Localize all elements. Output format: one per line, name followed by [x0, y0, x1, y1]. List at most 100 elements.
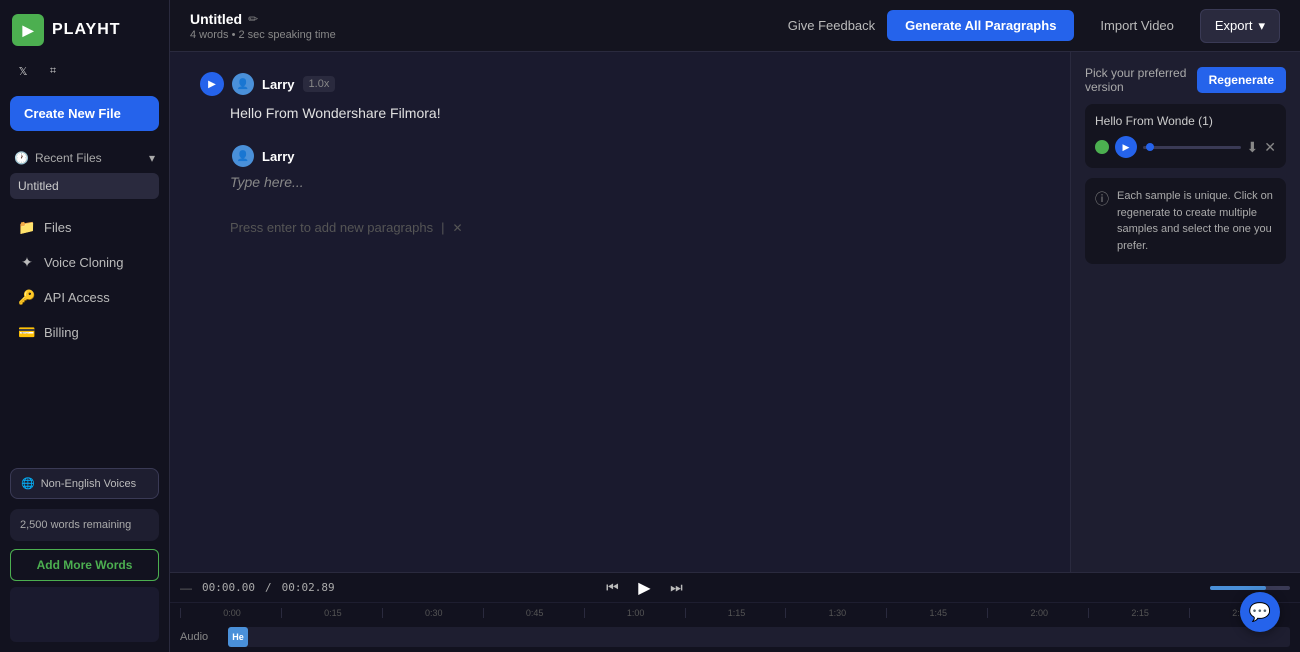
version-progress-fill — [1146, 143, 1154, 151]
version-sample-title: Hello From Wonde (1) — [1095, 114, 1276, 128]
non-english-voices-banner[interactable]: 🌐 Non-English Voices — [10, 468, 159, 499]
version-radio-selected[interactable] — [1095, 140, 1109, 154]
timeline-play-button[interactable]: ▶ — [630, 574, 658, 602]
logo-area: ▶ PLAYHT — [0, 0, 169, 60]
file-title-area: Untitled ✏ 4 words • 2 sec speaking time — [190, 11, 336, 41]
speaker-name-2[interactable]: Larry — [262, 149, 295, 164]
recent-files-header[interactable]: 🕐 Recent Files ▾ — [10, 145, 159, 171]
api-access-icon: 🔑 — [18, 289, 36, 306]
ruler-mark-6: 1:30 — [785, 608, 886, 618]
voice-cloning-label: Voice Cloning — [44, 255, 124, 270]
main-content: Untitled ✏ 4 words • 2 sec speaking time… — [170, 0, 1300, 652]
version-close-button[interactable]: ✕ — [1264, 139, 1276, 156]
add-more-words-button[interactable]: Add More Words — [10, 549, 159, 581]
globe-icon: 🌐 — [21, 477, 35, 490]
timeline-time-divider: / — [265, 581, 272, 594]
voice-cloning-icon: ✦ — [18, 254, 36, 271]
version-panel-header: Pick your preferred version Regenerate — [1085, 66, 1286, 94]
speaker-avatar-2: 👤 — [232, 145, 254, 167]
billing-icon: 💳 — [18, 324, 36, 341]
timeline-prev-button[interactable]: ⏮ — [600, 576, 624, 600]
social-icons: 𝕏 ⌗ — [0, 60, 169, 92]
export-chevron-icon: ▾ — [1258, 18, 1265, 34]
hint-divider: | — [441, 220, 444, 235]
chevron-down-icon: ▾ — [149, 151, 155, 165]
paragraph-play-button-1[interactable]: ▶ — [200, 72, 224, 96]
regenerate-button[interactable]: Regenerate — [1197, 67, 1286, 93]
ruler-mark-8: 2:00 — [987, 608, 1088, 618]
ruler-mark-2: 0:30 — [382, 608, 483, 618]
add-paragraph-hint: Press enter to add new paragraphs | ✕ — [200, 210, 1040, 245]
sidebar-footer: 🌐 Non-English Voices 2,500 words remaini… — [0, 458, 169, 652]
recent-file-item[interactable]: Untitled — [10, 173, 159, 199]
sidebar-nav: 📁 Files ✦ Voice Cloning 🔑 API Access 💳 B… — [0, 205, 169, 355]
volume-bar — [1210, 586, 1290, 590]
discord-icon[interactable]: ⌗ — [42, 60, 64, 82]
clock-icon: 🕐 — [14, 151, 29, 165]
sidebar-item-voice-cloning[interactable]: ✦ Voice Cloning — [10, 246, 159, 279]
ruler-mark-4: 1:00 — [584, 608, 685, 618]
timeline-controls: — 00:00.00 / 00:02.89 ⏮ ▶ ⏭ — [170, 573, 1300, 603]
import-video-button[interactable]: Import Video — [1086, 10, 1187, 41]
export-label: Export — [1215, 18, 1253, 33]
generate-all-paragraphs-button[interactable]: Generate All Paragraphs — [887, 10, 1074, 41]
paragraph-text-1[interactable]: Hello From Wondershare Filmora! — [200, 102, 1040, 124]
version-sample: Hello From Wonde (1) ▶ ⬇ ✕ — [1085, 104, 1286, 168]
timeline-track-area: Audio He — [170, 623, 1300, 652]
recent-files-section: 🕐 Recent Files ▾ Untitled — [0, 141, 169, 205]
give-feedback-link[interactable]: Give Feedback — [788, 18, 875, 33]
version-download-button[interactable]: ⬇ — [1247, 139, 1259, 156]
timeline-next-button[interactable]: ⏭ — [664, 576, 688, 600]
speed-badge-1[interactable]: 1.0x — [303, 76, 336, 92]
billing-label: Billing — [44, 325, 79, 340]
editor-area: ▶ 👤 Larry 1.0x Hello From Wondershare Fi… — [170, 52, 1300, 572]
chat-support-button[interactable]: 💬 — [1240, 592, 1280, 632]
edit-title-icon[interactable]: ✏ — [248, 12, 258, 26]
version-play-button[interactable]: ▶ — [1115, 136, 1137, 158]
audio-block[interactable]: He — [228, 627, 248, 647]
api-access-label: API Access — [44, 290, 110, 305]
sidebar-bottom-decoration — [10, 587, 159, 642]
ruler-mark-9: 2:15 — [1088, 608, 1189, 618]
paragraph-block-1: ▶ 👤 Larry 1.0x Hello From Wondershare Fi… — [200, 72, 1040, 124]
sidebar: ▶ PLAYHT 𝕏 ⌗ Create New File 🕐 Recent Fi… — [0, 0, 170, 652]
ruler-mark-7: 1:45 — [886, 608, 987, 618]
file-meta: 4 words • 2 sec speaking time — [190, 29, 336, 41]
sidebar-item-files[interactable]: 📁 Files — [10, 211, 159, 244]
timeline-ruler: 0:00 0:15 0:30 0:45 1:00 1:15 1:30 1:45 … — [170, 603, 1300, 623]
hint-text: Press enter to add new paragraphs — [230, 220, 433, 235]
version-info-box: ⓘ Each sample is unique. Click on regene… — [1085, 178, 1286, 264]
files-label: Files — [44, 220, 71, 235]
top-bar: Untitled ✏ 4 words • 2 sec speaking time… — [170, 0, 1300, 52]
track-content[interactable]: He — [228, 627, 1290, 647]
file-title: Untitled — [190, 11, 242, 27]
ruler-mark-0: 0:00 — [180, 608, 281, 618]
version-panel: Pick your preferred version Regenerate H… — [1070, 52, 1300, 572]
recent-files-label: Recent Files — [35, 151, 102, 165]
paragraph-block-2: 👤 Larry Type here... — [200, 144, 1040, 190]
ruler-mark-5: 1:15 — [685, 608, 786, 618]
volume-progress-bar[interactable] — [1210, 586, 1290, 590]
timeline-play-controls: ⏮ ▶ ⏭ — [600, 574, 688, 602]
ruler-mark-1: 0:15 — [281, 608, 382, 618]
sidebar-item-billing[interactable]: 💳 Billing — [10, 316, 159, 349]
export-button[interactable]: Export ▾ — [1200, 9, 1280, 43]
volume-fill — [1210, 586, 1266, 590]
timeline-time-current: 00:00.00 — [202, 581, 255, 594]
track-label: Audio — [180, 631, 220, 643]
ruler-marks: 0:00 0:15 0:30 0:45 1:00 1:15 1:30 1:45 … — [180, 608, 1290, 618]
twitter-icon[interactable]: 𝕏 — [12, 60, 34, 82]
version-progress-bar[interactable] — [1143, 146, 1241, 149]
version-controls: ▶ ⬇ ✕ — [1095, 136, 1276, 158]
version-info-text: Each sample is unique. Click on regenera… — [1117, 188, 1276, 254]
dismiss-hint-button[interactable]: ✕ — [452, 221, 462, 235]
speaker-avatar-1: 👤 — [232, 73, 254, 95]
speaker-name-1[interactable]: Larry — [262, 77, 295, 92]
create-new-file-button[interactable]: Create New File — [10, 96, 159, 131]
paragraph-placeholder-2[interactable]: Type here... — [200, 174, 1040, 190]
sidebar-item-api-access[interactable]: 🔑 API Access — [10, 281, 159, 314]
non-english-label: Non-English Voices — [41, 478, 136, 490]
files-icon: 📁 — [18, 219, 36, 236]
bottom-timeline: — 00:00.00 / 00:02.89 ⏮ ▶ ⏭ 0:00 0:15 0:… — [170, 572, 1300, 652]
logo-text: PLAYHT — [52, 21, 121, 39]
